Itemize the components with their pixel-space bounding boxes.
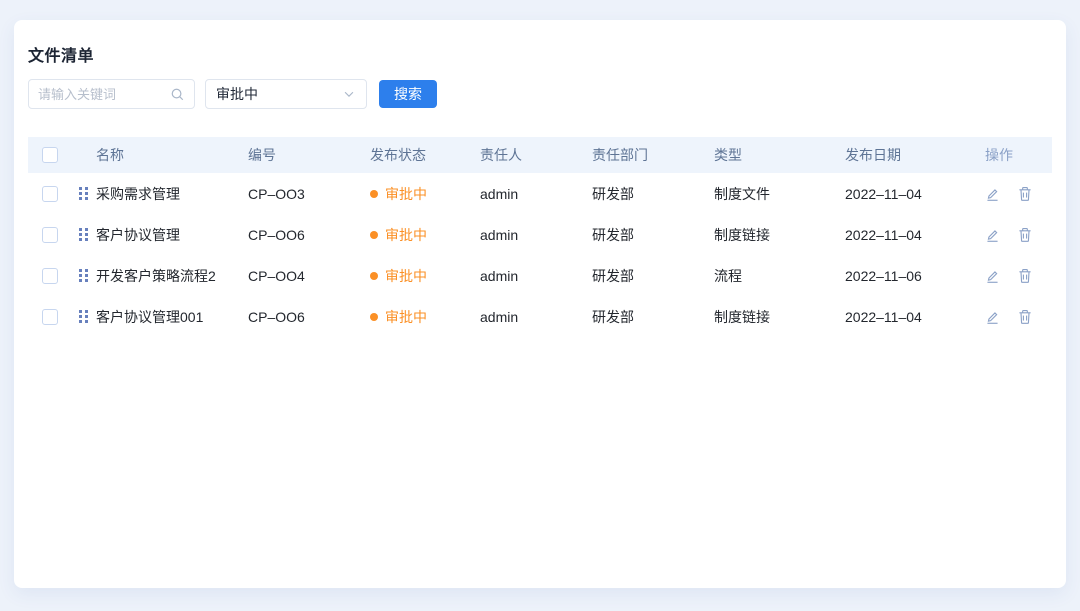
- search-icon: [170, 87, 185, 102]
- row-name: 客户协议管理: [96, 225, 180, 245]
- column-header-ops: 操作: [985, 145, 1052, 165]
- row-status: 审批中: [385, 307, 427, 327]
- file-table: 名称 编号 发布状态 责任人 责任部门 类型 发布日期 操作 采购需求管理 CP…: [28, 137, 1052, 337]
- status-dot-icon: [370, 231, 378, 239]
- row-code: CP–OO6: [248, 227, 370, 243]
- table-row: 客户协议管理001 CP–OO6 审批中 admin 研发部 制度链接 2022…: [28, 296, 1052, 337]
- row-owner: admin: [480, 309, 592, 325]
- keyword-search-field[interactable]: [28, 79, 195, 109]
- status-dot-icon: [370, 272, 378, 280]
- row-code: CP–OO6: [248, 309, 370, 325]
- row-type: 制度链接: [714, 307, 845, 327]
- row-owner: admin: [480, 186, 592, 202]
- row-name: 开发客户策略流程2: [96, 266, 216, 286]
- table-row: 开发客户策略流程2 CP–OO4 审批中 admin 研发部 流程 2022–1…: [28, 255, 1052, 296]
- row-checkbox[interactable]: [42, 268, 58, 284]
- column-header-owner: 责任人: [480, 145, 592, 165]
- status-select-value: 审批中: [216, 84, 258, 104]
- row-status: 审批中: [385, 184, 427, 204]
- row-checkbox[interactable]: [42, 309, 58, 325]
- trash-icon[interactable]: [1018, 268, 1032, 284]
- column-header-code: 编号: [248, 145, 370, 165]
- row-type: 制度链接: [714, 225, 845, 245]
- search-button[interactable]: 搜索: [379, 80, 437, 108]
- filter-bar: 审批中 搜索: [28, 79, 1052, 109]
- row-date: 2022–11–04: [845, 227, 985, 243]
- column-header-date: 发布日期: [845, 145, 985, 165]
- chevron-down-icon: [342, 87, 356, 101]
- table-row: 客户协议管理 CP–OO6 审批中 admin 研发部 制度链接 2022–11…: [28, 214, 1052, 255]
- drag-handle-icon[interactable]: [78, 268, 89, 283]
- row-department: 研发部: [592, 307, 714, 327]
- row-code: CP–OO3: [248, 186, 370, 202]
- edit-pencil-icon[interactable]: [985, 227, 1000, 243]
- row-name: 客户协议管理001: [96, 307, 203, 327]
- page-title: 文件清单: [28, 42, 1052, 66]
- select-all-checkbox[interactable]: [42, 147, 58, 163]
- edit-pencil-icon[interactable]: [985, 186, 1000, 202]
- trash-icon[interactable]: [1018, 186, 1032, 202]
- trash-icon[interactable]: [1018, 227, 1032, 243]
- table-body: 采购需求管理 CP–OO3 审批中 admin 研发部 制度文件 2022–11…: [28, 173, 1052, 337]
- row-date: 2022–11–04: [845, 309, 985, 325]
- column-header-status: 发布状态: [370, 145, 480, 165]
- row-checkbox[interactable]: [42, 227, 58, 243]
- row-status: 审批中: [385, 225, 427, 245]
- row-date: 2022–11–04: [845, 186, 985, 202]
- edit-pencil-icon[interactable]: [985, 268, 1000, 284]
- row-type: 流程: [714, 266, 845, 286]
- row-name: 采购需求管理: [96, 184, 180, 204]
- drag-handle-icon[interactable]: [78, 309, 89, 324]
- edit-pencil-icon[interactable]: [985, 309, 1000, 325]
- row-department: 研发部: [592, 225, 714, 245]
- row-owner: admin: [480, 227, 592, 243]
- column-header-department: 责任部门: [592, 145, 714, 165]
- row-department: 研发部: [592, 184, 714, 204]
- row-code: CP–OO4: [248, 268, 370, 284]
- drag-handle-icon[interactable]: [78, 227, 89, 242]
- row-type: 制度文件: [714, 184, 845, 204]
- file-list-card: 文件清单 审批中 搜索 名称 编号: [14, 20, 1066, 588]
- table-row: 采购需求管理 CP–OO3 审批中 admin 研发部 制度文件 2022–11…: [28, 173, 1052, 214]
- status-dot-icon: [370, 313, 378, 321]
- trash-icon[interactable]: [1018, 309, 1032, 325]
- row-owner: admin: [480, 268, 592, 284]
- row-department: 研发部: [592, 266, 714, 286]
- status-select[interactable]: 审批中: [205, 79, 367, 109]
- status-dot-icon: [370, 190, 378, 198]
- row-status: 审批中: [385, 266, 427, 286]
- row-checkbox[interactable]: [42, 186, 58, 202]
- keyword-search-input[interactable]: [38, 87, 170, 102]
- row-date: 2022–11–06: [845, 268, 985, 284]
- table-header-row: 名称 编号 发布状态 责任人 责任部门 类型 发布日期 操作: [28, 137, 1052, 173]
- column-header-type: 类型: [714, 145, 845, 165]
- drag-handle-icon[interactable]: [78, 186, 89, 201]
- column-header-name: 名称: [68, 145, 248, 165]
